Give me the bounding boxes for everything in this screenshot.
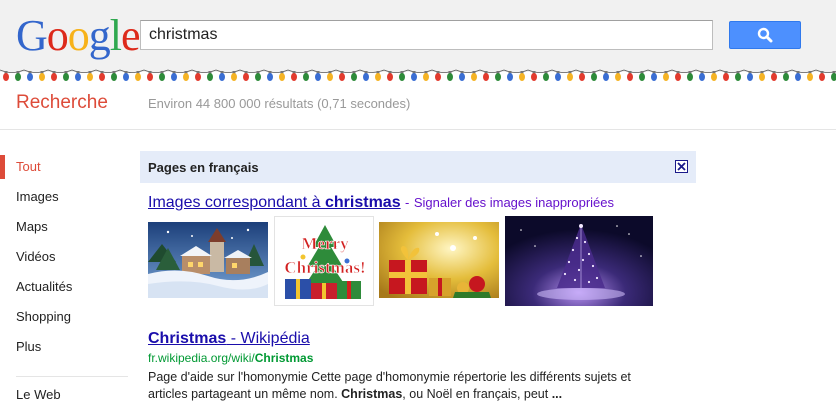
nav-item-images[interactable]: Images	[0, 182, 130, 212]
image-thumbnail-gift-boxes[interactable]	[379, 222, 499, 298]
nav-item-tout[interactable]: Tout	[0, 152, 130, 182]
image-results-link[interactable]: Images correspondant à christmas	[148, 194, 401, 211]
snippet-line-2-a: articles partageant un même nom.	[148, 387, 342, 401]
result-title: Christmas - Wikipédia	[148, 330, 310, 348]
subheader: Recherche Environ 44 800 000 résultats (…	[0, 86, 836, 130]
nav-item-actualites[interactable]: Actualités	[0, 272, 130, 302]
search-button[interactable]	[729, 21, 801, 49]
language-filter-bar: Pages en français	[140, 151, 696, 183]
image-thumbnail-snowy-village[interactable]	[148, 222, 268, 298]
snippet-line-2-bold: Christmas	[341, 387, 403, 401]
image-results-query: christmas	[325, 194, 401, 211]
image-thumbnail-merry-christmas[interactable]: Merry Christmas!	[274, 216, 374, 306]
logo-letter: e	[121, 11, 141, 60]
nav-item-maps[interactable]: Maps	[0, 212, 130, 242]
result-stats: Environ 44 800 000 résultats (0,71 secon…	[148, 96, 411, 111]
nav-item-videos[interactable]: Vidéos	[0, 242, 130, 272]
search-icon	[757, 27, 773, 43]
image-results-link-prefix: Images correspondant à	[148, 194, 325, 211]
result-url-prefix: fr.wikipedia.org/wiki/	[148, 351, 255, 365]
image-results-heading: Images correspondant à christmas - Signa…	[148, 194, 614, 212]
search-box	[140, 20, 713, 50]
page-title: Recherche	[16, 92, 108, 113]
left-nav: Tout Images Maps Vidéos Actualités Shopp…	[0, 152, 130, 407]
snippet-ellipsis: ...	[551, 387, 563, 401]
result-title-suffix: - Wikipédia	[226, 330, 310, 347]
search-input[interactable]	[149, 21, 704, 49]
nav-item-le-web[interactable]: Le Web	[0, 383, 130, 407]
nav-item-plus[interactable]: Plus	[0, 332, 130, 362]
nav-divider	[16, 376, 128, 377]
image-thumbnail-purple-tree[interactable]	[505, 216, 653, 306]
christmas-text: Christmas!	[284, 258, 365, 277]
christmas-lights-decoration	[0, 69, 836, 81]
logo-letter: o	[46, 11, 69, 60]
header: Google	[0, 0, 836, 72]
report-images-link[interactable]: Signaler des images inappropriées	[414, 195, 614, 210]
google-logo[interactable]: Google	[16, 11, 141, 60]
logo-letter: o	[67, 11, 90, 60]
logo-letter: l	[109, 11, 122, 60]
result-url: fr.wikipedia.org/wiki/Christmas	[148, 351, 313, 365]
separator-dash: -	[405, 195, 410, 210]
result-title-link[interactable]: Christmas - Wikipédia	[148, 330, 310, 347]
close-icon[interactable]	[675, 160, 688, 173]
nav-item-shopping[interactable]: Shopping	[0, 302, 130, 332]
result-url-bold: Christmas	[254, 351, 314, 365]
snippet-line-1: Page d'aide sur l'homonymie Cette page d…	[148, 370, 631, 384]
logo-letter: G	[16, 11, 48, 60]
language-filter-title: Pages en français	[148, 160, 259, 175]
result-title-main: Christmas	[148, 330, 227, 347]
logo-letter: g	[88, 11, 111, 60]
snippet-line-2-b: , ou Noël en français, peut	[402, 387, 552, 401]
result-snippet: Page d'aide sur l'homonymie Cette page d…	[148, 369, 668, 403]
merry-text: Merry	[301, 234, 349, 253]
